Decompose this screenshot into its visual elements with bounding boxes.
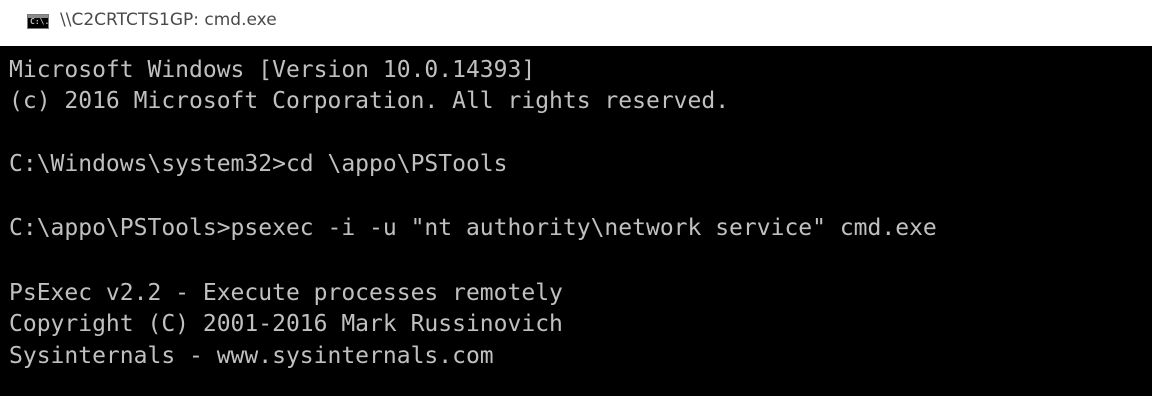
console-line: (c) 2016 Microsoft Corporation. All righ… — [9, 88, 730, 114]
cmd-icon-label: C:\. — [30, 16, 50, 26]
console-line: PsExec v2.2 - Execute processes remotely — [9, 280, 563, 306]
console-line: Copyright (C) 2001-2016 Mark Russinovich — [9, 311, 563, 337]
title-bar[interactable]: C:\. \\C2CRTCTS1GP: cmd.exe — [0, 0, 1152, 46]
window-title: \\C2CRTCTS1GP: cmd.exe — [60, 10, 277, 30]
console-line: C:\Windows\system32>cd \appo\PSTools — [9, 151, 508, 177]
console-line: Microsoft Windows [Version 10.0.14393] — [9, 57, 536, 83]
console-output[interactable]: Microsoft Windows [Version 10.0.14393] (… — [0, 46, 1152, 396]
console-line: C:\appo\PSTools>psexec -i -u "nt authori… — [9, 215, 937, 241]
cmd-icon[interactable]: C:\. — [27, 14, 49, 29]
console-line: Sysinternals - www.sysinternals.com — [9, 343, 494, 369]
cmd-window: C:\. \\C2CRTCTS1GP: cmd.exe Microsoft Wi… — [0, 0, 1152, 396]
